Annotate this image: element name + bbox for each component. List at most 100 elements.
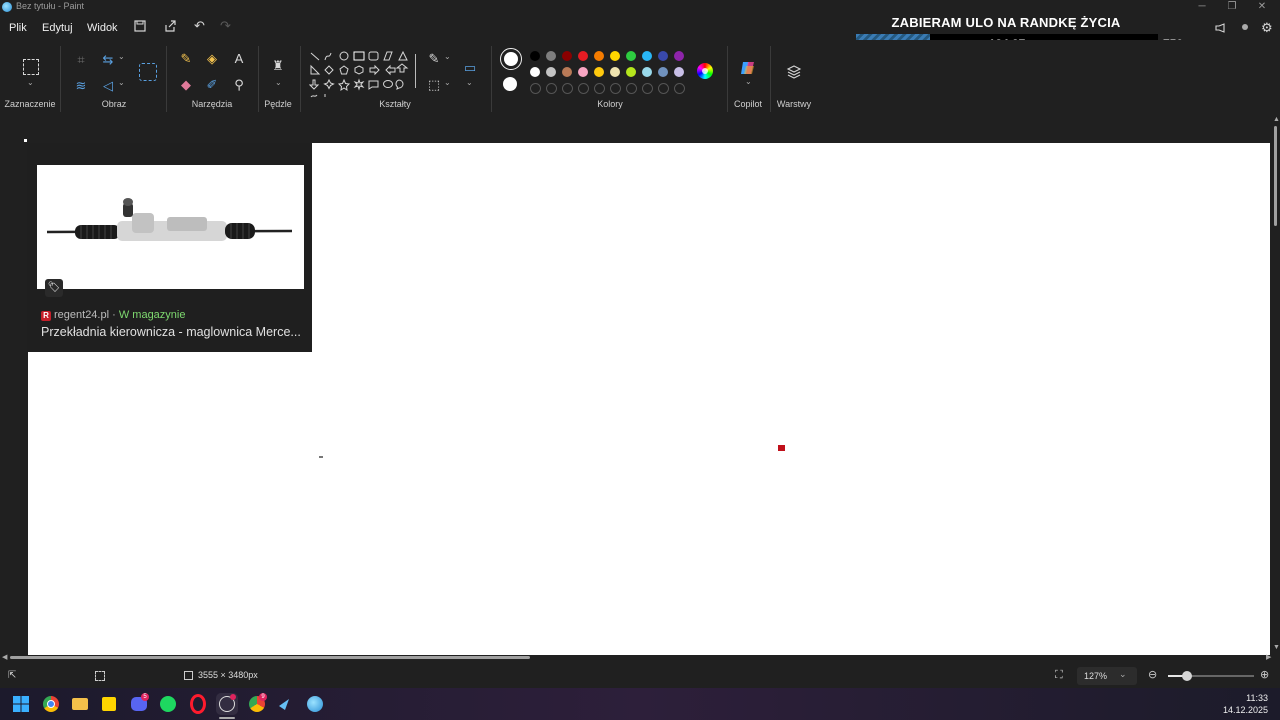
- custom-color-slot[interactable]: [626, 83, 637, 94]
- shape-outline-icon[interactable]: ✎: [426, 51, 442, 67]
- menu-file[interactable]: Plik: [9, 22, 27, 34]
- color-swatch[interactable]: [546, 67, 556, 77]
- color-swatch[interactable]: [562, 67, 572, 77]
- text-tool-icon[interactable]: A: [231, 51, 247, 67]
- custom-color-slot[interactable]: [578, 83, 589, 94]
- save-icon[interactable]: [134, 20, 146, 35]
- shapes-gallery[interactable]: [308, 50, 417, 103]
- opera-icon[interactable]: [187, 693, 209, 715]
- vertical-scroll-thumb[interactable]: [1274, 126, 1277, 226]
- color-swatch[interactable]: [674, 51, 684, 61]
- canvas-resize-handle[interactable]: [24, 139, 27, 142]
- custom-color-slot[interactable]: [562, 83, 573, 94]
- discord-icon[interactable]: 5: [128, 693, 150, 715]
- custom-color-slot[interactable]: [610, 83, 621, 94]
- color-swatch[interactable]: [658, 51, 668, 61]
- selection-tool-icon[interactable]: [23, 59, 39, 75]
- fit-to-window-icon[interactable]: ⛶: [1055, 669, 1063, 682]
- color-swatch[interactable]: [594, 67, 604, 77]
- megaphone-icon[interactable]: [1215, 22, 1227, 36]
- spotify-icon[interactable]: [157, 693, 179, 715]
- color-swatch[interactable]: [578, 51, 588, 61]
- shape-fill-icon[interactable]: ⬚: [426, 77, 442, 93]
- color-swatch[interactable]: [674, 67, 684, 77]
- resize-icon[interactable]: ⇆: [100, 52, 116, 68]
- custom-color-slot[interactable]: [594, 83, 605, 94]
- image-tag-icon[interactable]: 🏷: [45, 279, 63, 297]
- file-explorer-icon[interactable]: [69, 693, 91, 715]
- custom-color-slot[interactable]: [642, 83, 653, 94]
- clock-app-icon[interactable]: [216, 693, 238, 715]
- zoom-slider-thumb[interactable]: [1182, 671, 1192, 681]
- chrome-profile-icon[interactable]: 9: [246, 693, 268, 715]
- background-remove-icon[interactable]: [139, 63, 157, 81]
- chrome-icon[interactable]: [40, 693, 62, 715]
- steam-icon[interactable]: [274, 693, 296, 715]
- windows-start-icon[interactable]: [10, 693, 32, 715]
- rotate-icon[interactable]: ◁: [100, 78, 116, 94]
- product-caption[interactable]: Przekładnia kierownicza - maglownica Mer…: [41, 325, 301, 339]
- image-adjust-icon[interactable]: ≋: [73, 78, 89, 94]
- chevron-down-icon[interactable]: ⌄: [466, 78, 473, 87]
- shapes-scroll-indicator[interactable]: [415, 54, 416, 88]
- zoom-out-icon[interactable]: ⊖: [1148, 668, 1157, 681]
- restore-button[interactable]: ❐: [1222, 0, 1242, 14]
- share-icon[interactable]: [164, 20, 176, 35]
- color-swatch[interactable]: [642, 67, 652, 77]
- close-button[interactable]: ✕: [1252, 0, 1272, 14]
- paint-taskbar-icon[interactable]: [304, 693, 326, 715]
- custom-color-slot[interactable]: [658, 83, 669, 94]
- secondary-color-swatch[interactable]: [503, 77, 517, 91]
- color-swatch[interactable]: [642, 51, 652, 61]
- color-swatch[interactable]: [562, 51, 572, 61]
- vertical-scrollbar[interactable]: ▲ ▼: [1272, 116, 1280, 656]
- custom-color-slot[interactable]: [546, 83, 557, 94]
- color-swatch[interactable]: [546, 51, 556, 61]
- zoom-slider[interactable]: [1168, 671, 1254, 681]
- color-swatch[interactable]: [626, 51, 636, 61]
- pencil-icon[interactable]: ✎: [178, 51, 194, 67]
- eraser-icon[interactable]: ◆: [178, 77, 194, 93]
- clock-date[interactable]: 14.12.2025: [1200, 705, 1268, 715]
- scroll-left-arrow-icon[interactable]: ◀: [2, 653, 7, 661]
- color-swatch[interactable]: [530, 51, 540, 61]
- settings-gear-icon[interactable]: ⚙: [1261, 20, 1273, 36]
- color-swatch[interactable]: [658, 67, 668, 77]
- chevron-down-icon[interactable]: ⌄: [118, 52, 125, 61]
- color-swatch[interactable]: [578, 67, 588, 77]
- scroll-right-arrow-icon[interactable]: ▶: [1266, 653, 1271, 661]
- color-swatch[interactable]: [594, 51, 604, 61]
- undo-icon[interactable]: ↶: [194, 18, 205, 34]
- color-picker-icon[interactable]: ✐: [204, 77, 220, 93]
- brush-icon[interactable]: ♜: [270, 58, 286, 74]
- chevron-down-icon[interactable]: ⌄: [118, 78, 125, 87]
- sticky-notes-icon[interactable]: [98, 693, 120, 715]
- color-swatch[interactable]: [610, 67, 620, 77]
- source-site[interactable]: regent24.pl: [54, 309, 109, 321]
- horizontal-scroll-thumb[interactable]: [10, 656, 530, 659]
- chevron-down-icon[interactable]: ⌄: [745, 77, 752, 86]
- scroll-up-arrow-icon[interactable]: ▲: [1273, 116, 1280, 123]
- layers-icon[interactable]: [786, 64, 802, 83]
- zoom-in-icon[interactable]: ⊕: [1260, 668, 1269, 681]
- custom-color-slot[interactable]: [674, 83, 685, 94]
- zoom-select[interactable]: 127% ⌄: [1077, 667, 1137, 685]
- color-swatch[interactable]: [626, 67, 636, 77]
- image-preview-card[interactable]: 🏷 R regent24.pl · W magazynie Przekładni…: [27, 143, 312, 352]
- menu-edit[interactable]: Edytuj: [42, 22, 73, 34]
- chevron-down-icon[interactable]: ⌄: [27, 78, 34, 87]
- redo-icon[interactable]: ↷: [220, 18, 231, 34]
- custom-color-slot[interactable]: [530, 83, 541, 94]
- minimize-button[interactable]: ─: [1192, 0, 1212, 14]
- chevron-down-icon[interactable]: ⌄: [444, 52, 451, 61]
- chevron-down-icon[interactable]: ⌄: [275, 78, 282, 87]
- edit-colors-icon[interactable]: [697, 63, 713, 79]
- menu-view[interactable]: Widok: [87, 22, 118, 34]
- magnifier-icon[interactable]: ⚲: [231, 77, 247, 93]
- chevron-down-icon[interactable]: ⌄: [444, 78, 451, 87]
- primary-color-ring[interactable]: [500, 48, 522, 70]
- crop-icon[interactable]: ⌗: [73, 52, 89, 68]
- color-swatch[interactable]: [530, 67, 540, 77]
- shape-style-icon[interactable]: ▭: [462, 60, 478, 76]
- color-swatch[interactable]: [610, 51, 620, 61]
